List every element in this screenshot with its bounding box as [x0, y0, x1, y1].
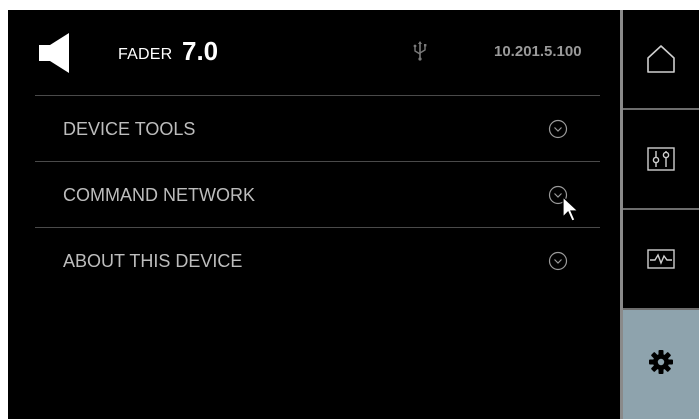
sidebar-item-home[interactable]	[623, 10, 699, 108]
menu-item-label: DEVICE TOOLS	[63, 119, 196, 139]
ip-address: 10.201.5.100	[494, 43, 582, 60]
sidebar-item-mixer[interactable]	[623, 110, 699, 208]
home-icon	[647, 45, 675, 73]
fader-value: 7.0	[182, 36, 219, 66]
sliders-icon	[647, 147, 675, 171]
menu-item-label: COMMAND NETWORK	[63, 185, 255, 205]
sidebar-item-settings[interactable]	[623, 310, 699, 419]
chevron-down-circle-icon[interactable]	[548, 119, 568, 139]
speaker-icon	[39, 33, 69, 73]
mouse-pointer-icon	[562, 196, 580, 222]
menu-item-about-this-device[interactable]: ABOUT THIS DEVICE	[35, 228, 600, 294]
main-panel: FADER 7.0 10.201.5.100 DEVICE TOOLS COMM…	[8, 10, 620, 419]
device-screen: FADER 7.0 10.201.5.100 DEVICE TOOLS COMM…	[8, 10, 699, 419]
sidebar	[620, 10, 699, 419]
waveform-icon	[647, 249, 675, 269]
fader-label: FADER	[118, 46, 173, 63]
chevron-down-circle-icon[interactable]	[548, 251, 568, 271]
header-bar: FADER 7.0 10.201.5.100	[8, 10, 620, 95]
gear-icon	[649, 350, 673, 374]
menu-item-label: ABOUT THIS DEVICE	[63, 251, 243, 271]
menu-item-command-network[interactable]: COMMAND NETWORK	[35, 162, 600, 228]
sidebar-item-signal[interactable]	[623, 210, 699, 308]
menu-item-device-tools[interactable]: DEVICE TOOLS	[35, 96, 600, 162]
usb-icon	[413, 41, 427, 61]
